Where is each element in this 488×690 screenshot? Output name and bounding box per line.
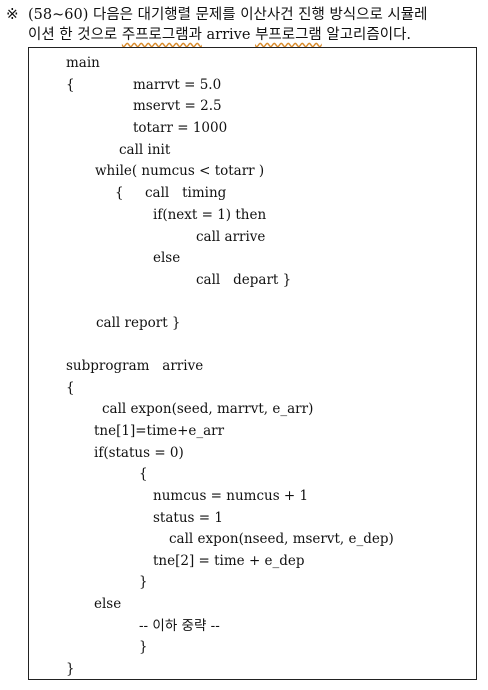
code-line: } (66, 661, 75, 677)
code-line: if(status = 0) (94, 445, 184, 461)
code-line: } (139, 639, 148, 655)
code-line: else (153, 250, 181, 266)
code-line: } (139, 574, 148, 590)
code-line: main (66, 55, 100, 71)
reference-mark: ※ (6, 5, 19, 23)
code-line: status = 1 (153, 510, 223, 526)
code-line: else (94, 596, 122, 612)
question-text-1: (58~60) 다음은 대기행렬 문제를 이산사건 진행 방식으로 시뮬레 (28, 7, 428, 23)
code-line: marrvt = 5.0 (133, 77, 222, 93)
question-text-2c: 알고리즘이다. (321, 27, 412, 43)
subprogram-term: 부프로그램 (255, 27, 322, 43)
code-line: { (66, 77, 75, 93)
code-line: if(next = 1) then (153, 207, 267, 223)
code-line: subprogram arrive (66, 358, 204, 374)
code-line: call expon(nseed, mservt, e_dep) (169, 531, 394, 547)
code-line: call expon(seed, marrvt, e_arr) (102, 401, 314, 417)
code-line: tne[1]=time+e_arr (94, 423, 225, 439)
code-line: { (115, 185, 124, 201)
code-line: { (139, 466, 148, 482)
code-line: call arrive (196, 229, 266, 245)
code-line: totarr = 1000 (133, 120, 228, 136)
code-line: call init (119, 142, 171, 158)
code-line: mservt = 2.5 (133, 98, 222, 114)
code-line: call timing (145, 185, 227, 201)
question-header: ※ (58~60) 다음은 대기행렬 문제를 이산사건 진행 방식으로 시뮬레 이… (6, 4, 482, 46)
code-line: { (66, 380, 75, 396)
question-text-2b: arrive (201, 27, 256, 43)
code-line: tne[2] = time + e_dep (153, 553, 305, 569)
code-line: call report } (96, 315, 181, 331)
code-line: -- 이하 중략 -- (139, 618, 220, 634)
code-line: while( numcus < totarr ) (95, 163, 265, 179)
code-line: numcus = numcus + 1 (153, 488, 309, 504)
main-program-term: 주프로그램과 (121, 27, 202, 43)
question-text-2a: 이션 한 것으로 (28, 27, 122, 43)
question-line-2: 이션 한 것으로 주프로그램과 arrive 부프로그램 알고리즘이다. (6, 25, 482, 46)
question-line-1: ※ (58~60) 다음은 대기행렬 문제를 이산사건 진행 방식으로 시뮬레 (6, 4, 482, 25)
code-box: main { marrvt = 5.0 mservt = 2.5 totarr … (28, 47, 477, 680)
code-line: call depart } (196, 272, 292, 288)
